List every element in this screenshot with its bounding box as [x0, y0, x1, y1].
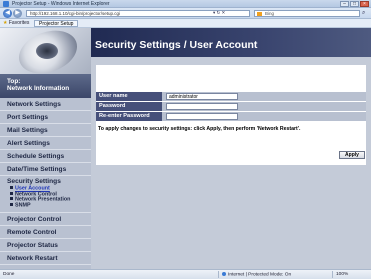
page-title: Security Settings / User Account: [95, 39, 258, 51]
password-cell: [162, 102, 366, 111]
sidebar-top-link[interactable]: Top: Network Information: [0, 74, 91, 98]
reenter-password-label: Re-enter Password: [96, 112, 162, 121]
security-zone-label: Internet | Protected Mode: On: [228, 272, 292, 278]
sidebar-item-schedule-settings[interactable]: Schedule Settings: [0, 150, 91, 163]
back-button[interactable]: ◀: [3, 9, 12, 18]
user-account-form: User name Password Re-enter Password: [96, 92, 366, 122]
password-label: Password: [96, 102, 162, 111]
window-controls: – □ ×: [340, 1, 369, 7]
search-icon[interactable]: ⌕: [362, 10, 369, 17]
status-divider: [218, 271, 219, 278]
bullet-icon: [10, 203, 13, 207]
star-icon: ★: [3, 20, 8, 26]
page-header: Security Settings / User Account: [91, 28, 371, 57]
tab-projector-setup[interactable]: Projector Setup: [34, 20, 79, 27]
window-title: Projector Setup - Windows Internet Explo…: [12, 1, 110, 7]
minimize-button[interactable]: –: [340, 1, 349, 7]
sidebar-subitem-snmp[interactable]: SNMP: [7, 203, 91, 209]
lens-graphic: [36, 43, 58, 59]
status-text: Done: [3, 272, 15, 277]
username-label: User name: [96, 92, 162, 101]
window-titlebar: Projector Setup - Windows Internet Explo…: [0, 0, 371, 8]
bullet-icon: [10, 191, 13, 195]
form-row-username: User name: [96, 92, 366, 101]
bing-icon: [257, 12, 262, 16]
apply-button[interactable]: Apply: [339, 151, 365, 159]
search-input[interactable]: Bing: [254, 10, 360, 17]
sidebar: Top: Network Information Network Setting…: [0, 28, 91, 269]
sidebar-item-remote-control[interactable]: Remote Control: [0, 226, 91, 239]
bullet-icon: [10, 186, 13, 189]
page: Top: Network Information Network Setting…: [0, 28, 371, 269]
username-cell: [162, 92, 366, 101]
main-content: Security Settings / User Account User na…: [91, 28, 371, 269]
user-account-panel: User name Password Re-enter Password: [96, 65, 366, 165]
sidebar-item-alert-settings[interactable]: Alert Settings: [0, 137, 91, 150]
address-toolbar: ◀ ▶ http://192.168.1.10/cgi-bin/projecto…: [0, 8, 371, 19]
security-zone[interactable]: Internet | Protected Mode: On: [222, 272, 291, 278]
top-label: Top:: [7, 78, 21, 85]
sidebar-subitem-label: SNMP: [15, 202, 31, 209]
network-information-link[interactable]: Network Information: [7, 85, 91, 92]
bullet-icon: [10, 197, 13, 201]
reenter-password-field[interactable]: [166, 113, 238, 120]
reenter-password-cell: [162, 112, 366, 121]
close-button[interactable]: ×: [360, 1, 369, 7]
sidebar-item-projector-control[interactable]: Projector Control: [0, 213, 91, 226]
projector-logo: [0, 28, 91, 74]
username-field[interactable]: [166, 93, 238, 100]
favorites-bar: ★ Favorites Projector Setup: [0, 19, 371, 28]
globe-icon: [222, 272, 226, 276]
password-field[interactable]: [166, 103, 238, 110]
favorites-label: Favorites: [8, 20, 30, 26]
forward-button[interactable]: ▶: [13, 9, 22, 18]
sidebar-item-network-restart[interactable]: Network Restart: [0, 252, 91, 265]
favorites-button[interactable]: ★ Favorites: [3, 20, 29, 26]
zoom-level[interactable]: 100%: [336, 272, 348, 277]
status-divider: [332, 271, 333, 278]
form-row-reenter-password: Re-enter Password: [96, 112, 366, 121]
sidebar-item-network-settings[interactable]: Network Settings: [0, 98, 91, 111]
sidebar-item-projector-status[interactable]: Projector Status: [0, 239, 91, 252]
maximize-button[interactable]: □: [350, 1, 359, 7]
sidebar-item-mail-settings[interactable]: Mail Settings: [0, 124, 91, 137]
form-row-password: Password: [96, 102, 366, 111]
address-tools[interactable]: ▾ ↻ ✕: [213, 10, 225, 16]
ie-logo-icon: [3, 1, 9, 7]
sidebar-item-datetime-settings[interactable]: Date/Time Settings: [0, 163, 91, 176]
security-settings-group: Security Settings User Account Network C…: [0, 176, 91, 213]
sidebar-menu: Network Settings Port Settings Mail Sett…: [0, 98, 91, 265]
status-bar: Done Internet | Protected Mode: On 100%: [0, 269, 371, 279]
search-placeholder: Bing: [265, 11, 275, 16]
sidebar-item-port-settings[interactable]: Port Settings: [0, 111, 91, 124]
apply-instructions: To apply changes to security settings: c…: [98, 126, 301, 132]
